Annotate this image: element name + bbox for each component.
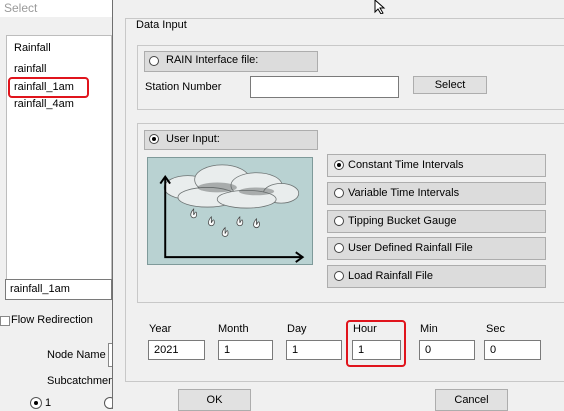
- option-radio[interactable]: [334, 188, 344, 198]
- user-input-option[interactable]: User Input:: [144, 130, 318, 150]
- option-label: Tipping Bucket Gauge: [348, 215, 457, 227]
- select-button[interactable]: Select: [413, 76, 487, 94]
- highlight-annotation-hour: [346, 320, 406, 367]
- rain-interface-radio[interactable]: [149, 56, 159, 66]
- option-variable-time-intervals[interactable]: Variable Time Intervals: [327, 182, 546, 205]
- day-label: Day: [287, 323, 307, 335]
- year-label: Year: [149, 323, 172, 335]
- day-input[interactable]: 1: [286, 340, 342, 360]
- list-item[interactable]: rainfall_4am: [14, 97, 74, 111]
- option-user-defined-rainfall-file[interactable]: User Defined Rainfall File: [327, 237, 546, 260]
- list-item[interactable]: rainfall: [14, 62, 46, 76]
- min-input[interactable]: 0: [419, 340, 475, 360]
- option-load-rainfall-file[interactable]: Load Rainfall File: [327, 265, 546, 288]
- ok-button[interactable]: OK: [178, 389, 251, 411]
- option-radio[interactable]: [334, 243, 344, 253]
- option-label: User Defined Rainfall File: [348, 242, 473, 254]
- option-label: Load Rainfall File: [348, 270, 433, 282]
- option-radio[interactable]: [334, 271, 344, 281]
- option-label: Constant Time Intervals: [348, 159, 464, 171]
- station-number-input[interactable]: [250, 76, 399, 98]
- rain-interface-option[interactable]: RAIN Interface file:: [144, 51, 318, 72]
- year-input[interactable]: 2021: [148, 340, 205, 360]
- option-label: Variable Time Intervals: [348, 187, 460, 199]
- subcatchment-radio-1-label: 1: [45, 397, 52, 409]
- option-radio[interactable]: [334, 160, 344, 170]
- option-constant-time-intervals[interactable]: Constant Time Intervals: [327, 154, 546, 177]
- flow-redirection-label: Flow Redirection: [11, 314, 93, 326]
- background-dialog-title: Select: [0, 0, 112, 17]
- subcatchment-label: Subcatchment: [47, 375, 118, 387]
- option-radio[interactable]: [334, 216, 344, 226]
- user-input-radio[interactable]: [149, 134, 159, 144]
- month-input[interactable]: 1: [218, 340, 273, 360]
- background-list[interactable]: Rainfall rainfall rainfall_1am rainfall_…: [6, 35, 112, 291]
- min-label: Min: [420, 323, 438, 335]
- subcatchment-radio-1[interactable]: [30, 397, 42, 409]
- flow-redirection-checkbox[interactable]: [0, 316, 10, 326]
- sec-input[interactable]: 0: [484, 340, 541, 360]
- list-item[interactable]: Rainfall: [14, 41, 51, 55]
- data-input-group-label: Data Input: [133, 19, 190, 31]
- month-label: Month: [218, 323, 249, 335]
- cancel-button[interactable]: Cancel: [435, 389, 508, 411]
- node-name-label: Node Name: [47, 349, 106, 361]
- option-tipping-bucket-gauge[interactable]: Tipping Bucket Gauge: [327, 210, 546, 233]
- station-number-label: Station Number: [145, 81, 222, 93]
- selected-value-field[interactable]: rainfall_1am: [5, 279, 112, 300]
- highlight-annotation-selected-item: [8, 77, 89, 98]
- mouse-cursor-icon: [374, 0, 386, 14]
- rain-cloud-icon: [147, 157, 313, 265]
- sec-label: Sec: [486, 323, 505, 335]
